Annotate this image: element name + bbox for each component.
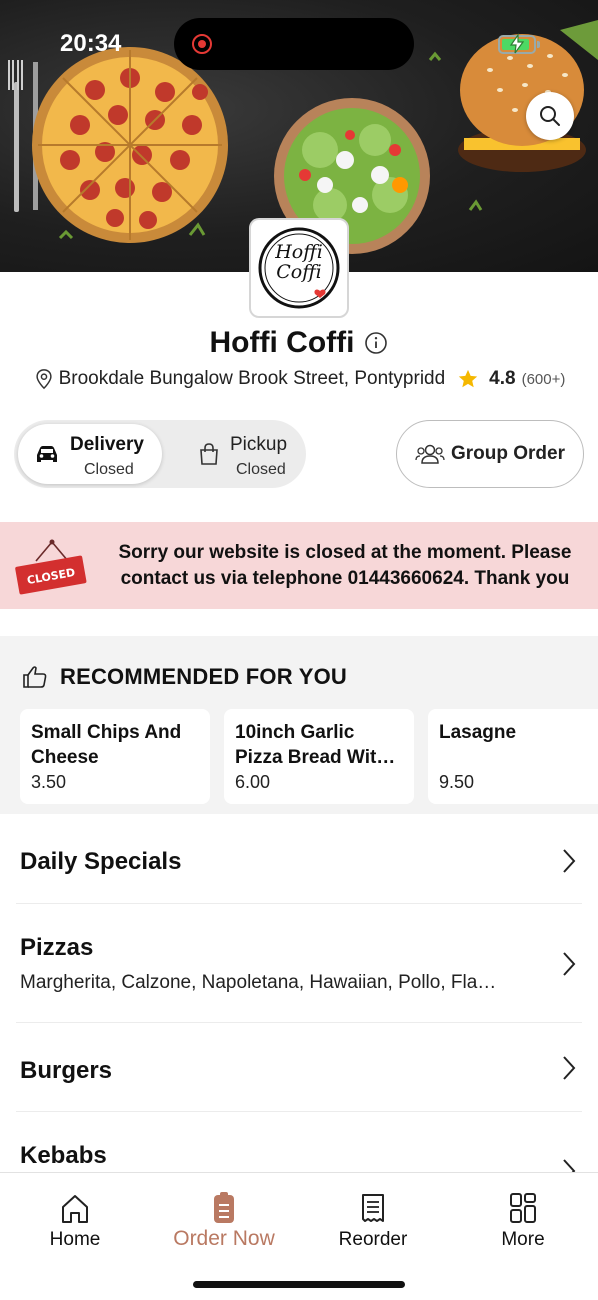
search-icon (540, 106, 560, 126)
chevron-right-icon (563, 849, 576, 873)
logo-text-line2: Coffi (276, 261, 322, 283)
restaurant-name: Hoffi Coffi (209, 326, 355, 359)
recommended-item-name: 10inch Garlic Pizza Bread Wit… (235, 722, 396, 768)
group-order-label: Group Order (450, 443, 565, 464)
location-pin-icon (36, 369, 52, 390)
tab-label: Order Now (173, 1227, 275, 1250)
tab-reorder[interactable]: Reorder (298, 1191, 448, 1251)
category-name: Burgers (20, 1057, 113, 1084)
status-time: 20:34 (60, 30, 122, 57)
category-pizzas[interactable]: Pizzas Margherita, Calzone, Napoletana, … (0, 904, 598, 1022)
tab-home[interactable]: Home (0, 1191, 150, 1251)
pickup-option[interactable]: Pickup Closed (166, 424, 302, 484)
car-icon (37, 446, 57, 462)
info-icon[interactable] (364, 331, 388, 355)
tab-label: More (501, 1229, 545, 1250)
shopping-bag-icon (200, 443, 218, 465)
group-people-icon (415, 444, 445, 464)
search-button[interactable] (526, 92, 574, 140)
closed-message: Sorry our website is closed at the momen… (118, 542, 572, 589)
thumbs-up-icon (23, 666, 47, 688)
recommended-item-card[interactable]: Lasagne 9.50 (428, 709, 598, 804)
pickup-status: Closed (236, 461, 286, 478)
recommended-item-price: 3.50 (31, 772, 67, 792)
recommended-item-price: 9.50 (439, 772, 475, 792)
closed-notice-banner: CLOSED Sorry our website is closed at th… (0, 522, 598, 609)
recommended-item-card[interactable]: Small Chips And Cheese 3.50 (20, 709, 210, 804)
delivery-status: Closed (84, 461, 134, 478)
recommended-item-name: Small Chips And Cheese (31, 722, 182, 768)
restaurant-title-row: Hoffi Coffi (0, 326, 598, 360)
chevron-right-icon (563, 952, 576, 976)
tab-more[interactable]: More (448, 1191, 598, 1251)
category-burgers[interactable]: Burgers (0, 1023, 598, 1111)
dynamic-island (174, 18, 414, 70)
tab-label: Reorder (338, 1229, 408, 1250)
recording-indicator-icon (192, 34, 212, 54)
charging-bolt-icon (509, 33, 525, 54)
rating-count: (600+) (521, 370, 566, 388)
delivery-option[interactable]: Delivery Closed (18, 424, 162, 484)
receipt-icon (362, 1194, 384, 1222)
home-icon (62, 1195, 88, 1223)
group-order-button[interactable]: Group Order (396, 420, 584, 488)
recommended-header: RECOMMENDED FOR YOU (22, 664, 347, 690)
recommended-item-name: Lasagne (439, 722, 517, 743)
restaurant-address: Brookdale Bungalow Brook Street, Pontypr… (58, 368, 446, 389)
home-indicator (193, 1281, 405, 1288)
tab-order-now[interactable]: Order Now (149, 1191, 299, 1251)
delivery-label: Delivery (70, 434, 144, 455)
restaurant-logo: Hoffi Coffi (249, 218, 349, 318)
chevron-right-icon (563, 1056, 576, 1080)
tab-label: Home (49, 1229, 101, 1250)
pickup-label: Pickup (230, 434, 288, 455)
chevron-right-icon (563, 1159, 576, 1172)
grid-icon (510, 1193, 536, 1223)
category-daily-specials[interactable]: Daily Specials (0, 814, 598, 902)
order-icon (214, 1192, 234, 1223)
category-name: Kebabs (20, 1142, 107, 1169)
category-description: Margherita, Calzone, Napoletana, Hawaiia… (20, 972, 497, 993)
closed-sign-icon: CLOSED (15, 539, 87, 595)
logo-text-line1: Hoffi (275, 241, 323, 263)
recommended-item-card[interactable]: 10inch Garlic Pizza Bread Wit… 6.00 (224, 709, 414, 804)
category-name: Pizzas (20, 934, 94, 961)
category-name: Daily Specials (20, 848, 182, 875)
recommended-title: RECOMMENDED FOR YOU (60, 664, 347, 689)
address-row: Brookdale Bungalow Brook Street, Pontypr… (0, 368, 598, 390)
battery-cap (537, 41, 540, 48)
recommended-item-price: 6.00 (235, 772, 271, 792)
category-kebabs[interactable]: Kebabs (0, 1112, 598, 1172)
order-mode-toggle: Delivery Closed Pickup Closed (14, 420, 306, 488)
recommended-section: RECOMMENDED FOR YOU Small Chips And Chee… (0, 636, 598, 814)
star-icon (459, 369, 478, 388)
rating-value: 4.8 (489, 368, 516, 389)
